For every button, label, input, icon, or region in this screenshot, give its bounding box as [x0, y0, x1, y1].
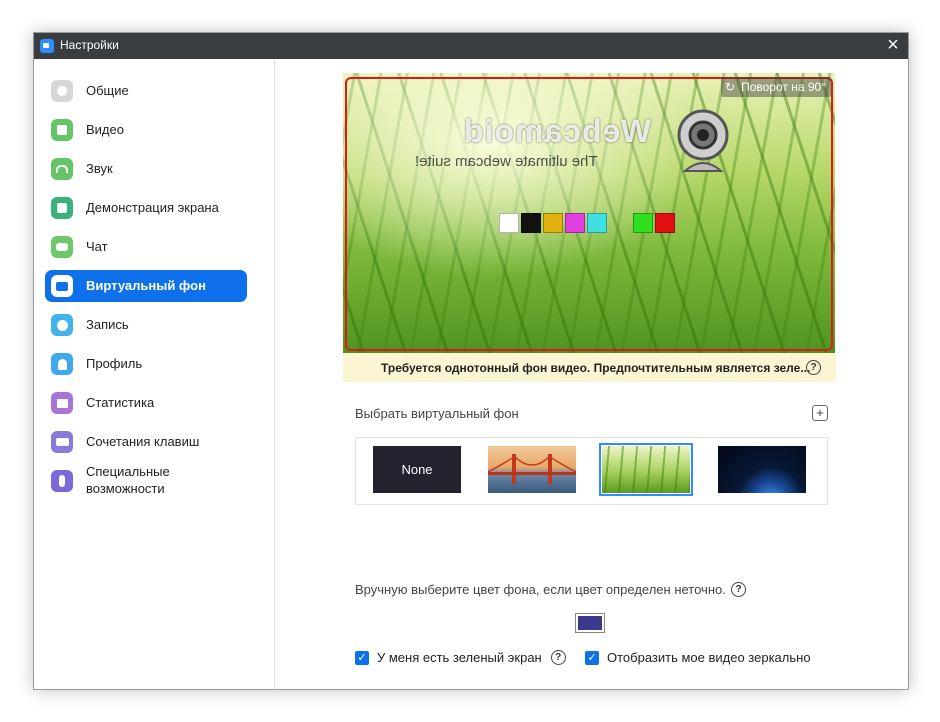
user-icon	[51, 353, 73, 375]
sidebar-item-virtual-background[interactable]: Виртуальный фон	[45, 270, 247, 302]
sidebar-item-label: Статистика	[86, 395, 155, 410]
bar-chart-icon	[51, 392, 73, 414]
selected-color-fill	[578, 616, 602, 630]
rotate-icon: ↻	[725, 80, 736, 94]
mirror-video-option: ✓ Отобразить мое видео зеркально	[585, 650, 811, 665]
sidebar-item-video[interactable]: Видео	[45, 114, 247, 146]
preview-highlight-frame	[345, 77, 833, 351]
share-screen-icon	[51, 197, 73, 219]
close-button[interactable]: ×	[878, 33, 908, 59]
sidebar-item-recording[interactable]: Запись	[45, 309, 247, 341]
help-icon[interactable]: ?	[731, 582, 746, 597]
zoom-app-icon	[40, 39, 54, 53]
thumb-none[interactable]: None	[373, 446, 461, 493]
sidebar-item-label: Запись	[86, 317, 129, 332]
manual-color-label: Вручную выберите цвет фона, если цвет оп…	[355, 582, 726, 597]
rotate-label: Поворот на 90°	[741, 80, 826, 94]
sidebar-item-label: Сочетания клавиш	[86, 434, 200, 449]
label-line-2: возможности	[86, 481, 165, 496]
green-screen-option: ✓ У меня есть зеленый экран ?	[355, 650, 566, 665]
sidebar-item-statistics[interactable]: Статистика	[45, 387, 247, 419]
window-title: Настройки	[60, 38, 119, 52]
sidebar-item-screen-share[interactable]: Демонстрация экрана	[45, 192, 247, 224]
sidebar-item-label: Звук	[86, 161, 113, 176]
mirror-video-checkbox[interactable]: ✓	[585, 650, 599, 665]
accessibility-icon	[51, 470, 73, 492]
choose-background-label: Выбрать виртуальный фон	[355, 406, 519, 421]
warning-text: Требуется однотонный фон видео. Предпочт…	[381, 361, 811, 375]
green-screen-warning: Требуется однотонный фон видео. Предпочт…	[343, 353, 836, 382]
chat-bubble-icon	[51, 236, 73, 258]
sidebar-item-label: Специальные возможности	[86, 463, 170, 497]
sidebar-item-accessibility[interactable]: Специальные возможности	[45, 460, 247, 504]
settings-sidebar: Общие Видео Звук Демонстрация экрана Чат…	[34, 59, 275, 689]
sidebar-item-label: Профиль	[86, 356, 143, 371]
background-thumbnails: None	[355, 437, 828, 505]
sidebar-item-label: Чат	[86, 239, 108, 254]
keyboard-icon	[51, 431, 73, 453]
sidebar-item-keyboard-shortcuts[interactable]: Сочетания клавиш	[45, 426, 247, 458]
bridge-image	[488, 454, 576, 484]
headphones-icon	[51, 158, 73, 180]
video-preview: Webcamoid The ultimate webcam suite! ↻ По…	[343, 73, 835, 353]
help-icon[interactable]: ?	[550, 650, 566, 665]
sidebar-item-label: Демонстрация экрана	[86, 200, 219, 215]
person-card-icon	[51, 275, 73, 297]
settings-window: Настройки × Общие Видео Звук Демонстраци…	[33, 32, 909, 690]
rotate-90-button[interactable]: ↻ Поворот на 90°	[721, 77, 831, 97]
background-color-picker[interactable]	[575, 613, 605, 633]
add-background-button[interactable]: +	[812, 405, 828, 421]
thumb-golden-gate-bridge[interactable]	[488, 446, 576, 493]
sidebar-item-label: Общие	[86, 83, 129, 98]
sidebar-item-general[interactable]: Общие	[45, 75, 247, 107]
sidebar-item-chat[interactable]: Чат	[45, 231, 247, 263]
sidebar-item-audio[interactable]: Звук	[45, 153, 247, 185]
title-bar: Настройки ×	[34, 33, 908, 59]
green-screen-label: У меня есть зеленый экран	[377, 650, 542, 665]
thumb-earth-space[interactable]	[718, 446, 806, 493]
label-line-1: Специальные	[86, 464, 170, 479]
sidebar-item-profile[interactable]: Профиль	[45, 348, 247, 380]
help-icon[interactable]: ?	[806, 360, 821, 375]
sidebar-item-label: Видео	[86, 122, 124, 137]
video-camera-icon	[51, 119, 73, 141]
mirror-video-label: Отобразить мое видео зеркально	[607, 650, 811, 665]
record-circle-icon	[51, 314, 73, 336]
green-screen-checkbox[interactable]: ✓	[355, 650, 369, 665]
thumb-grass[interactable]	[599, 443, 693, 496]
sidebar-item-label: Виртуальный фон	[86, 278, 206, 293]
gear-icon	[51, 80, 73, 102]
